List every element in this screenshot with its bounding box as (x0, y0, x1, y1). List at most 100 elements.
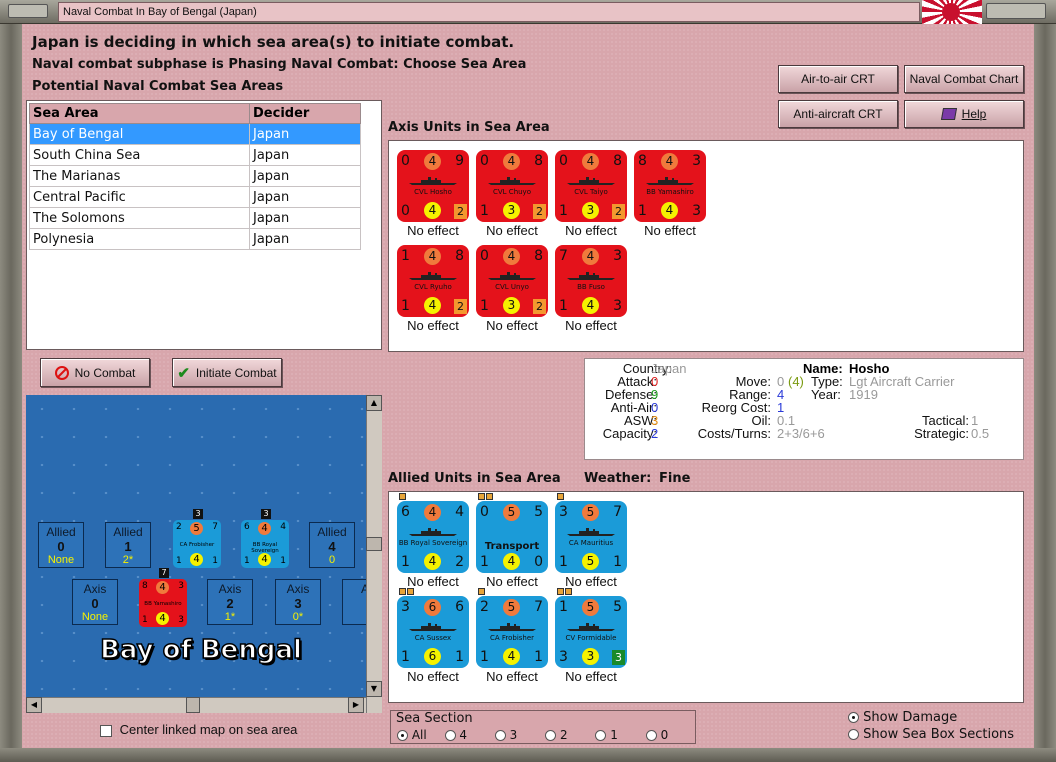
radio-icon[interactable] (595, 730, 607, 741)
allied-unit-counter[interactable]: 0 5 5 Transport 1 4 0 (476, 493, 548, 573)
sea-area-map[interactable]: Allied 0 None Allied 1 2* Allied 4 0 Axis 0 None… (26, 395, 382, 713)
defense-circle: 3 (503, 297, 520, 314)
unit-effect-label: No effect (407, 318, 459, 333)
sea-section-option-all[interactable]: All (397, 728, 427, 742)
air-to-air-label: Air-to-air CRT (801, 72, 875, 86)
attack-circle: 4 (661, 153, 678, 170)
window-controls[interactable] (986, 3, 1046, 19)
naval-combat-chart-button[interactable]: Naval Combat Chart (904, 65, 1024, 93)
unit-name: CVL Hosho (414, 188, 452, 196)
help-button[interactable]: Help (904, 100, 1024, 128)
stack-count: 7 (159, 568, 169, 578)
scroll-thumb-vertical[interactable] (366, 537, 382, 551)
table-row[interactable]: The Solomons Japan (29, 207, 361, 229)
radio-icon[interactable] (494, 730, 506, 741)
allied-unit-counter[interactable]: 2 5 7 CA Frobisher 1 4 1 (476, 588, 548, 668)
center-map-checkbox[interactable]: Center linked map on sea area (100, 722, 297, 737)
axis-unit-counter[interactable]: 1 4 8 CVL Ryuho 1 4 2 (397, 245, 469, 317)
col-header-sea-area[interactable]: Sea Area (29, 103, 250, 124)
no-combat-button[interactable]: No Combat (40, 358, 150, 387)
sea-area-cell: Central Pacific (29, 186, 250, 208)
attack-circle: 4 (156, 581, 169, 594)
table-row[interactable]: South China Sea Japan (29, 144, 361, 166)
scroll-thumb-horizontal[interactable] (186, 697, 200, 713)
radio-icon[interactable] (545, 730, 557, 741)
sea-section-option-2[interactable]: 2 (545, 728, 568, 742)
table-row[interactable]: Central Pacific Japan (29, 186, 361, 208)
radio-icon[interactable] (848, 712, 859, 723)
axis-unit-counter[interactable]: 0 4 8 CVL Chuyo 1 3 2 (476, 150, 548, 222)
air-to-air-crt-button[interactable]: Air-to-air CRT (778, 65, 898, 93)
checkbox-box[interactable] (100, 724, 112, 737)
radio-icon[interactable] (645, 730, 657, 741)
show-damage-option[interactable]: Show Damage (848, 710, 957, 725)
ship-silhouette-icon (567, 177, 615, 185)
system-menu-button[interactable] (8, 4, 48, 18)
unit-name: CA Frobisher (489, 634, 535, 642)
allied-unit-counter[interactable]: 6 4 4 BB Royal Sovereign 1 4 2 (397, 493, 469, 573)
box-number: 0 (91, 596, 99, 611)
scroll-left-icon[interactable]: ◀ (26, 697, 42, 713)
sea-section-option-3[interactable]: 3 (494, 728, 517, 742)
allied-box-0[interactable]: Allied 0 None (38, 522, 84, 568)
radio-icon[interactable] (397, 730, 408, 741)
scroll-up-icon[interactable]: ▲ (366, 395, 382, 411)
axis-unit-counter[interactable]: 0 4 8 CVL Taiyo 1 3 2 (555, 150, 627, 222)
table-row[interactable]: Bay of Bengal Japan (29, 123, 361, 145)
axis-box-2[interactable]: Axis 2 1* (207, 579, 253, 625)
allied-box-1[interactable]: Allied 1 2* (105, 522, 151, 568)
axis-unit-counter[interactable]: 0 4 9 CVL Hosho 0 4 2 (397, 150, 469, 222)
box-number: 2 (226, 596, 234, 611)
sea-section-option-4[interactable]: 4 (444, 728, 467, 742)
anti-aircraft-crt-button[interactable]: Anti-aircraft CRT (778, 100, 898, 128)
naval-chart-label: Naval Combat Chart (909, 72, 1019, 86)
radio-icon[interactable] (444, 730, 456, 741)
sea-area-table: Sea Area Decider Bay of Bengal Japan Sout… (29, 103, 361, 250)
scroll-right-icon[interactable]: ▶ (348, 697, 364, 713)
left-rail (0, 24, 22, 748)
scroll-down-icon[interactable]: ▼ (366, 681, 382, 697)
radio-icon[interactable] (848, 729, 859, 740)
map-counter-frobisher[interactable]: 3 2 5 7 CA Frobisher 1 4 1 (173, 509, 221, 568)
counter-bottom-left: 1 (401, 554, 410, 570)
axis-box-0[interactable]: Axis 0 None (72, 579, 118, 625)
map-horizontal-scrollbar[interactable]: ◀ ▶ (26, 697, 366, 713)
counter-bottom-right: 1 (534, 649, 543, 665)
allied-unit-counter[interactable]: 1 5 5 CV Formidable 3 3 3 (555, 588, 627, 668)
counter-bottom-left: 1 (559, 203, 568, 219)
box-number: 0 (57, 539, 65, 554)
allied-box-4[interactable]: Allied 4 0 (309, 522, 355, 568)
costs-value: 2+3/6+6 (777, 426, 825, 441)
axis-unit-counter[interactable]: 7 4 3 BB Fuso 1 4 3 (555, 245, 627, 317)
map-vertical-scrollbar[interactable]: ▲ ▼ (366, 395, 382, 713)
show-sections-label: Show Sea Box Sections (863, 727, 1015, 742)
right-rail (1034, 24, 1056, 748)
show-sections-option[interactable]: Show Sea Box Sections (848, 727, 1014, 742)
counter-top-left: 6 (244, 522, 250, 532)
counter-bottom-left: 1 (559, 554, 568, 570)
map-counter-royal-sovereign[interactable]: 3 6 4 4 BB Royal Sovereign 1 4 1 (241, 509, 289, 568)
counter-bottom-left: 3 (559, 649, 568, 665)
sea-section-option-1[interactable]: 1 (595, 728, 618, 742)
counter-top-right: 8 (534, 153, 543, 169)
allied-unit-counter[interactable]: 3 6 6 CA Sussex 1 6 1 (397, 588, 469, 668)
counter-bottom-left: 1 (176, 556, 182, 566)
costs-label: Costs/Turns: (697, 426, 771, 441)
allied-unit-counter[interactable]: 3 5 7 CA Mauritius 1 5 1 (555, 493, 627, 573)
bottom-rail (0, 748, 1056, 762)
axis-unit-counter[interactable]: 8 4 3 BB Yamashiro 1 4 3 (634, 150, 706, 222)
sea-section-option-0[interactable]: 0 (645, 728, 668, 742)
option-label: 2 (559, 728, 568, 742)
table-row[interactable]: Polynesia Japan (29, 228, 361, 250)
unit-name: CA Sussex (414, 634, 452, 642)
unit-name: BB Royal Sovereign (398, 539, 468, 547)
axis-unit-counter[interactable]: 0 4 8 CVL Unyo 1 3 2 (476, 245, 548, 317)
counter-top-right: 8 (455, 248, 464, 264)
counter-top-right: 5 (534, 504, 543, 520)
status-line-3: Potential Naval Combat Sea Areas (32, 79, 284, 94)
map-counter-yamashiro[interactable]: 7 8 4 3 BB Yamashiro 1 4 3 (139, 568, 187, 627)
table-row[interactable]: The Marianas Japan (29, 165, 361, 187)
axis-box-3[interactable]: Axis 3 0* (275, 579, 321, 625)
col-header-decider[interactable]: Decider (249, 103, 361, 124)
initiate-combat-button[interactable]: ✔ Initiate Combat (172, 358, 282, 387)
